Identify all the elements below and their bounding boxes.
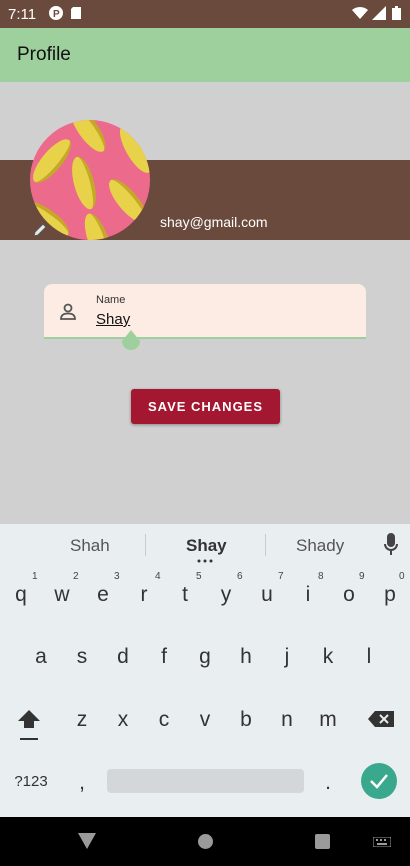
space-bar[interactable] — [107, 769, 304, 793]
text-cursor-handle[interactable] — [121, 330, 141, 352]
key-s[interactable]: s — [62, 636, 102, 678]
key-b[interactable]: b — [226, 699, 266, 741]
status-time: 7:11 — [8, 6, 37, 23]
key-hint: 3 — [114, 571, 120, 582]
symbols-key[interactable]: ?123 — [8, 760, 54, 802]
banana-shape — [113, 120, 150, 178]
banana-shape — [64, 120, 112, 157]
key-hint: 7 — [278, 571, 284, 582]
key-hint: 0 — [399, 571, 405, 582]
suggestion-divider — [145, 534, 146, 556]
banana-shape — [79, 210, 117, 240]
key-h[interactable]: h — [226, 636, 266, 678]
check-icon — [370, 774, 388, 789]
keyboard-switch-icon[interactable] — [373, 837, 391, 847]
enter-key[interactable] — [361, 763, 397, 799]
key-k[interactable]: k — [308, 636, 348, 678]
key-j[interactable]: j — [267, 636, 307, 678]
suggestion-divider — [265, 534, 266, 556]
back-nav-icon[interactable] — [78, 833, 96, 849]
svg-text:P: P — [53, 9, 60, 20]
name-field-label: Name — [96, 294, 126, 306]
signal-icon — [372, 6, 386, 20]
page-title: Profile — [17, 44, 71, 65]
key-hint: 5 — [196, 571, 202, 582]
key-v[interactable]: v — [185, 699, 225, 741]
key-x[interactable]: x — [103, 699, 143, 741]
wifi-icon — [352, 6, 368, 20]
battery-icon — [392, 6, 401, 20]
system-nav-bar — [0, 817, 410, 866]
sd-card-icon — [71, 7, 81, 19]
edit-icon[interactable] — [32, 222, 48, 238]
shift-icon[interactable] — [17, 708, 41, 744]
key-hint: 2 — [73, 571, 79, 582]
backspace-icon[interactable] — [368, 711, 394, 727]
app-notification-icon: P — [49, 6, 63, 20]
suggestion-2[interactable]: Shay — [186, 536, 227, 556]
key-hint: 6 — [237, 571, 243, 582]
banana-shape — [102, 173, 150, 229]
app-bar: Profile — [0, 28, 410, 82]
more-suggestions-icon[interactable] — [197, 559, 213, 563]
key-f[interactable]: f — [144, 636, 184, 678]
key-d[interactable]: d — [103, 636, 143, 678]
key-hint: 1 — [32, 571, 38, 582]
suggestion-1[interactable]: Shah — [70, 536, 110, 556]
microphone-icon[interactable] — [384, 533, 398, 557]
key-l[interactable]: l — [349, 636, 389, 678]
person-icon — [60, 303, 76, 320]
profile-email: shay@gmail.com — [160, 214, 268, 230]
avatar[interactable] — [30, 120, 150, 240]
key-z[interactable]: z — [62, 699, 102, 741]
banana-shape — [30, 133, 78, 189]
key-hint: 9 — [359, 571, 365, 582]
name-field-value[interactable]: Shay — [96, 311, 130, 328]
comma-key[interactable]: , — [62, 762, 102, 804]
banana-shape — [67, 154, 101, 212]
recents-nav-icon[interactable] — [315, 834, 330, 849]
key-hint: 8 — [318, 571, 324, 582]
key-a[interactable]: a — [21, 636, 61, 678]
key-n[interactable]: n — [267, 699, 307, 741]
soft-keyboard: Shah Shay Shady q w e r t y u i o p 1 2 … — [0, 524, 410, 817]
status-bar: 7:11 P — [0, 0, 410, 28]
key-c[interactable]: c — [144, 699, 184, 741]
name-field[interactable]: Name Shay — [44, 284, 366, 339]
suggestion-3[interactable]: Shady — [296, 536, 344, 556]
save-changes-button[interactable]: SAVE CHANGES — [131, 389, 280, 424]
period-key[interactable]: . — [308, 762, 348, 804]
key-g[interactable]: g — [185, 636, 225, 678]
key-m[interactable]: m — [308, 699, 348, 741]
home-nav-icon[interactable] — [198, 834, 213, 849]
key-hint: 4 — [155, 571, 161, 582]
